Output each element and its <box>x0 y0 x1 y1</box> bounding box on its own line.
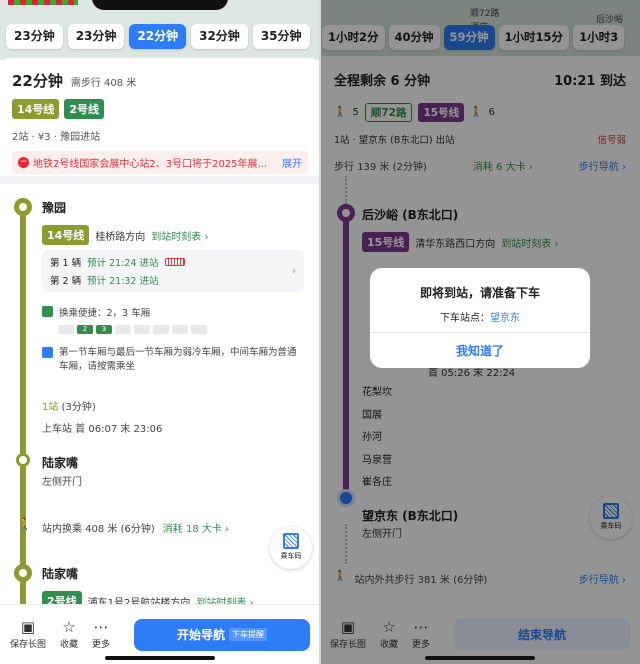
cold-car-tip: 第一节车厢与最后一节车厢为弱冷车厢，中间车厢为普通车厢，请按需乘坐 <box>59 347 297 372</box>
stop-count: 1站 <box>42 402 59 413</box>
right-screen: 顺72路 后沙峪 酒店 1小时2分 40分钟 59分钟 1小时15分 1小时3 … <box>320 0 640 664</box>
alight-station: 陆家嘴 <box>42 456 79 470</box>
start-navigation-button[interactable]: 开始导航 下车提醒 <box>134 618 310 651</box>
dynamic-island <box>92 0 228 10</box>
image-icon: ▣ <box>20 618 36 636</box>
left-screen: 23分钟 23分钟 22分钟 32分钟 35分钟 22分钟 需步行 408 米 … <box>0 0 320 664</box>
home-indicator[interactable] <box>105 656 215 660</box>
service-hours: 上车站 首 06:07 末 23:06 <box>42 424 163 435</box>
favorite-button[interactable]: ☆ 收藏 <box>60 619 78 650</box>
arrival-alert-dialog: 即将到站，请准备下车 下车站点：望京东 我知道了 <box>370 268 590 368</box>
car-8 <box>191 325 207 334</box>
section-divider <box>0 176 320 184</box>
transfer-station: 陆家嘴 <box>42 567 79 581</box>
qr-code-icon <box>283 533 299 549</box>
home-indicator-right[interactable] <box>425 656 535 660</box>
dialog-stop-name: 望京东 <box>490 313 520 324</box>
route-tab-5[interactable]: 35分钟 <box>252 24 310 49</box>
timetable-link[interactable]: 到站时刻表 › <box>151 228 208 243</box>
service-alert[interactable]: − 地铁2号线国家会展中心站2、3号口将于2025年展... 展开 <box>12 151 308 174</box>
metro-station-icon-2 <box>14 564 32 582</box>
ride-code-button[interactable]: 乘车码 <box>270 527 312 569</box>
save-image-button[interactable]: ▣ 保存长图 <box>10 619 46 650</box>
line-direction: 桂桥路方向 <box>95 231 146 243</box>
crowd-level-icon <box>164 258 185 266</box>
transfer-icon <box>42 306 53 317</box>
alight-station-node <box>16 453 30 467</box>
dialog-ok-button[interactable]: 我知道了 <box>370 332 590 368</box>
favorite-label: 收藏 <box>60 640 79 650</box>
metro-station-icon <box>14 198 32 216</box>
map-route-line <box>8 0 78 5</box>
alight-reminder-tag: 下车提醒 <box>229 628 267 641</box>
line-badge-2: 2号线 <box>64 99 104 119</box>
panel-divider <box>319 0 321 664</box>
train-2-prediction: 预计 21:32 进站 <box>87 276 159 287</box>
line-badge-14-detail: 14号线 <box>42 225 90 245</box>
car-1 <box>58 325 74 334</box>
train-2-label: 第 2 辆 <box>50 276 82 287</box>
alert-expand-link[interactable]: 展开 <box>282 155 302 170</box>
dialog-stop-row: 下车站点：望京东 <box>370 309 590 324</box>
snowflake-icon <box>42 347 53 358</box>
route-meta: 2站 · ¥3 · 豫园进站 <box>12 132 101 143</box>
car-position-bar: 2 3 <box>58 325 207 334</box>
route-walk-distance: 需步行 408 米 <box>70 78 137 89</box>
car-2: 2 <box>77 325 93 334</box>
save-image-label: 保存长图 <box>10 640 47 650</box>
board-station: 豫园 <box>42 201 67 215</box>
next-trains-box[interactable]: 第 1 辆 预计 21:24 进站 第 2 辆 预计 21:32 进站 › <box>42 250 304 292</box>
start-navigation-label: 开始导航 <box>176 628 225 642</box>
more-icon: ⋯ <box>93 618 109 636</box>
transfer-calories[interactable]: 消耗 18 大卡 › <box>163 520 229 535</box>
more-label: 更多 <box>92 640 111 650</box>
car-7 <box>172 325 188 334</box>
route-tab-4[interactable]: 32分钟 <box>191 24 248 49</box>
car-6 <box>153 325 169 334</box>
ride-code-label: 乘车码 <box>280 552 302 560</box>
car-5 <box>134 325 150 334</box>
route-duration: 22分钟 <box>12 72 63 90</box>
more-button[interactable]: ⋯ 更多 <box>92 619 110 650</box>
train-1-label: 第 1 辆 <box>50 258 82 269</box>
route-summary-card: 22分钟 需步行 408 米 14号线 2号线 2站 · ¥3 · 豫园进站 −… <box>0 58 320 176</box>
route-option-tabs: 23分钟 23分钟 22分钟 32分钟 35分钟 <box>6 24 310 49</box>
dialog-stop-label: 下车站点： <box>440 313 490 324</box>
bottom-toolbar: ▣ 保存长图 ☆ 收藏 ⋯ 更多 开始导航 下车提醒 <box>0 604 320 664</box>
route-tab-2[interactable]: 23分钟 <box>67 24 125 49</box>
line-badge-14: 14号线 <box>12 99 60 119</box>
star-icon: ☆ <box>62 618 76 636</box>
car-4 <box>115 325 131 334</box>
alert-icon: − <box>18 157 29 168</box>
stop-duration: (3分钟) <box>58 402 96 413</box>
alert-text: 地铁2号线国家会展中心站2、3号口将于2025年展... <box>33 159 268 170</box>
transfer-tip: 换乘便捷：2，3 车厢 <box>59 308 151 319</box>
door-side: 左侧开门 <box>42 477 82 488</box>
dialog-title: 即将到站，请准备下车 <box>419 286 540 300</box>
train-1-prediction: 预计 21:24 进站 <box>87 258 159 269</box>
route-tab-1[interactable]: 23分钟 <box>6 24 63 49</box>
car-3: 3 <box>96 325 112 334</box>
chevron-right-icon: › <box>292 266 296 277</box>
transfer-walk: 站内换乘 408 米 (6分钟) <box>42 524 155 535</box>
walk-icon: 🚶 <box>17 517 32 531</box>
route-tab-3[interactable]: 22分钟 <box>129 24 187 49</box>
